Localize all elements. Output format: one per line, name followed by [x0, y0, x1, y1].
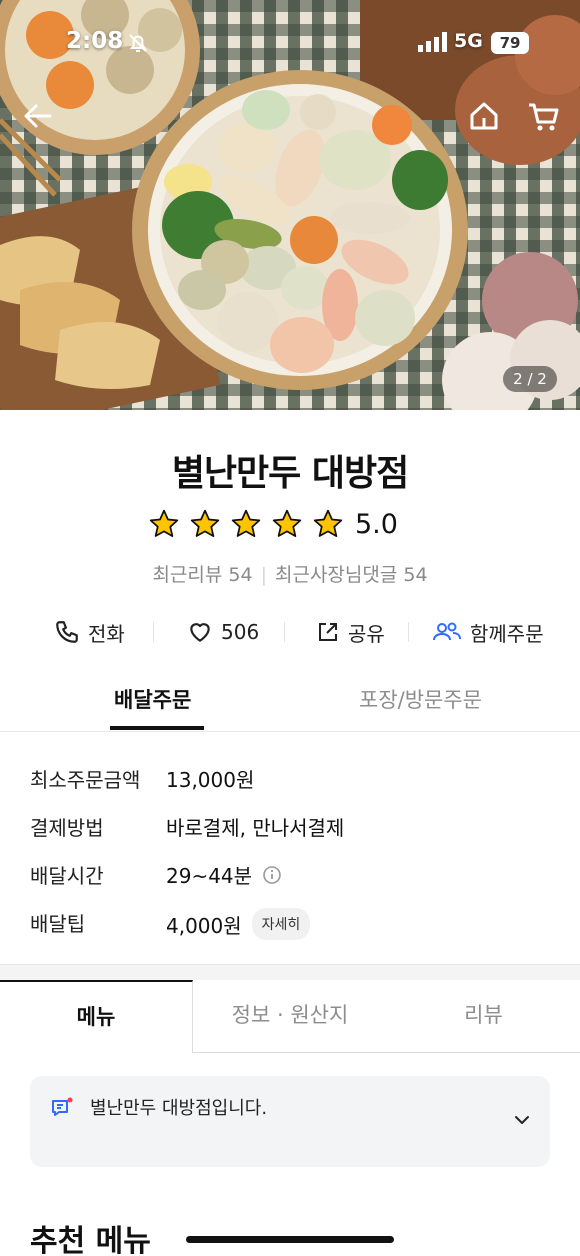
menu-tabs: 메뉴 정보 · 원산지 리뷰 — [0, 980, 580, 1054]
battery-indicator: 79 — [491, 32, 529, 54]
rating-row: 5.0 — [148, 506, 398, 542]
active-tab-indicator — [110, 726, 204, 730]
delivery-info: 최소주문금액 13,000원 결제방법 바로결제, 만나서결제 배달시간 29~… — [30, 760, 550, 952]
like-count: 506 — [221, 620, 260, 644]
action-bar: 전화 506 공유 함께주문 — [0, 612, 580, 652]
tab-review[interactable]: 리뷰 — [387, 980, 580, 1053]
store-notice[interactable]: 별난만두 대방점입니다. — [30, 1076, 550, 1167]
divider — [284, 622, 285, 642]
group-users-icon — [433, 622, 461, 641]
star-icon — [149, 509, 179, 537]
review-summary: 최근리뷰 54 | 최근사장님댓글 54 — [0, 560, 580, 587]
phone-icon — [56, 621, 78, 643]
tab-delivery-order[interactable]: 배달주문 — [114, 684, 191, 714]
rating-score: 5.0 — [355, 508, 398, 540]
notice-text: 별난만두 대방점입니다. — [90, 1098, 268, 1119]
info-row-delivery-time: 배달시간 29~44분 — [30, 856, 550, 904]
owner-replies-link[interactable]: 최근사장님댓글 54 — [275, 564, 428, 586]
share-button[interactable]: 공유 — [316, 612, 385, 652]
divider — [0, 731, 580, 732]
delivery-time-value: 29~44분 — [166, 864, 253, 888]
info-circle-icon[interactable] — [262, 865, 282, 885]
group-order-label: 함께주문 — [470, 621, 544, 646]
tip-detail-button[interactable]: 자세히 — [251, 908, 311, 940]
signal-icon — [418, 32, 447, 52]
info-row-min-order: 최소주문금액 13,000원 — [30, 760, 550, 808]
image-pager: 2 / 2 — [503, 366, 557, 392]
min-order-label: 최소주문금액 — [30, 768, 141, 792]
status-time: 2:08 — [66, 28, 124, 54]
delivery-time-label: 배달시간 — [30, 864, 104, 888]
group-order-button[interactable]: 함께주문 — [432, 612, 544, 652]
star-icon — [313, 509, 343, 537]
recent-reviews-link[interactable]: 최근리뷰 54 — [152, 564, 252, 586]
star-icon — [231, 509, 261, 537]
call-label: 전화 — [88, 621, 125, 646]
home-indicator[interactable] — [186, 1236, 394, 1243]
delivery-tip-value-group: 4,000원 자세히 — [166, 908, 311, 940]
delivery-tip-value: 4,000원 — [166, 913, 242, 938]
order-type-tabs: 배달주문 포장/방문주문 — [0, 684, 580, 732]
heart-icon — [190, 623, 210, 642]
min-order-value: 13,000원 — [166, 768, 255, 792]
info-row-payment: 결제방법 바로결제, 만나서결제 — [30, 808, 550, 856]
divider — [408, 622, 409, 642]
home-icon[interactable] — [466, 98, 502, 134]
like-button[interactable]: 506 — [187, 612, 259, 652]
network-type: 5G — [454, 30, 483, 52]
mute-icon — [129, 34, 147, 52]
star-icon — [272, 509, 302, 537]
dumpling-photo — [0, 0, 580, 410]
tab-info-origin[interactable]: 정보 · 원산지 — [193, 980, 387, 1053]
tab-pickup-order[interactable]: 포장/방문주문 — [359, 684, 482, 714]
star-icon — [190, 509, 220, 537]
share-icon — [319, 623, 337, 641]
divider — [153, 622, 154, 642]
tab-menu[interactable]: 메뉴 — [0, 980, 193, 1053]
cart-icon[interactable] — [526, 98, 562, 134]
divider: | — [260, 564, 267, 586]
back-arrow-icon[interactable] — [20, 98, 56, 134]
delivery-tip-label: 배달팁 — [30, 912, 86, 936]
chevron-down-icon[interactable] — [514, 1114, 530, 1126]
status-bar: 2:08 5G 79 — [0, 28, 580, 60]
delivery-time-value-group: 29~44분 — [166, 860, 282, 889]
section-divider — [0, 964, 580, 980]
payment-value: 바로결제, 만나서결제 — [166, 816, 345, 840]
share-label: 공유 — [348, 621, 385, 646]
store-name: 별난만두 대방점 — [171, 453, 409, 494]
call-button[interactable]: 전화 — [54, 612, 125, 652]
info-row-delivery-tip: 배달팁 4,000원 자세히 — [30, 904, 550, 952]
hero-image[interactable]: 2:08 5G 79 2 / 2 — [0, 0, 580, 410]
notice-chat-icon — [52, 1097, 73, 1116]
recommended-menu-heading: 추천 메뉴 — [30, 1224, 151, 1256]
payment-label: 결제방법 — [30, 816, 104, 840]
